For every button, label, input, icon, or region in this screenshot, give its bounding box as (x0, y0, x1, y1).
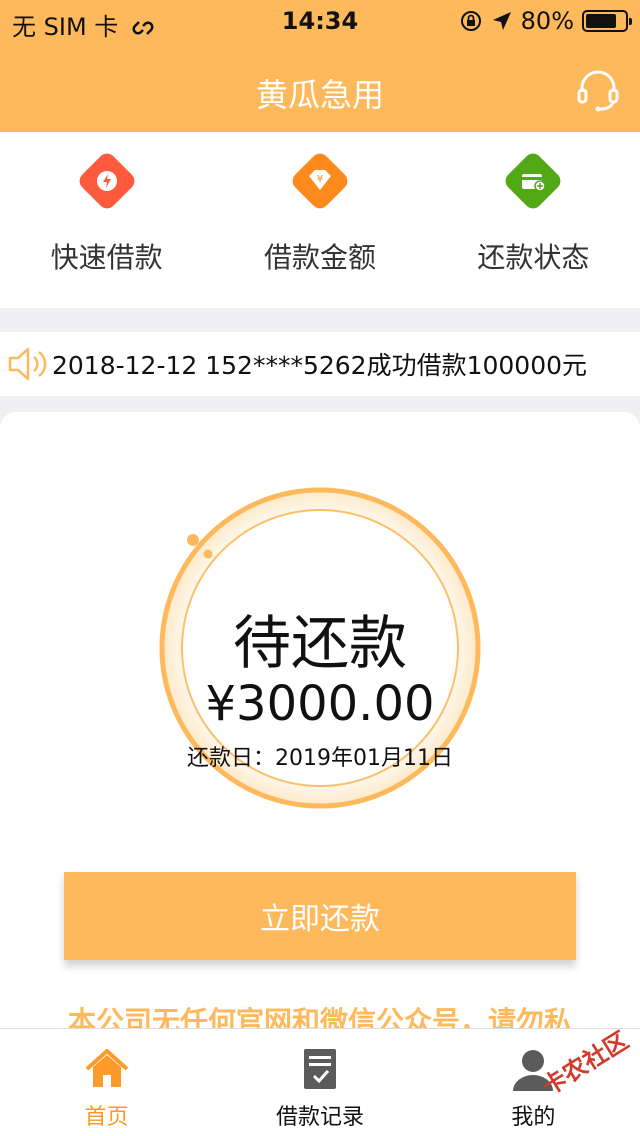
tab-home[interactable]: 首页 (0, 1029, 213, 1136)
quick-actions: 快速借款 ¥ 借款金额 还款状态 (0, 132, 640, 308)
svg-text:¥: ¥ (317, 174, 323, 185)
home-icon (85, 1049, 128, 1087)
due-date: 还款日：2019年01月11日 (187, 746, 453, 771)
tab-loan-records[interactable]: 借款记录 (213, 1029, 426, 1136)
page-title: 黄瓜急用 (255, 76, 384, 114)
announcement-bar: 2018-12-12 152****5262成功借款100000元 (0, 332, 640, 396)
location-arrow-icon (492, 12, 511, 30)
status-right: 80% (459, 7, 632, 35)
nav-bar: 黄瓜急用 (0, 40, 640, 132)
loan-amount: ¥3000.00 (205, 676, 435, 732)
speaker-icon (8, 347, 47, 381)
yen-diamond-icon: ¥ (288, 149, 352, 213)
repay-now-button[interactable]: 立即还款 (64, 872, 576, 960)
announcement-text: 2018-12-12 152****5262成功借款100000元 (52, 351, 588, 380)
customer-service-icon[interactable] (574, 66, 622, 114)
loan-status: 待还款 (232, 609, 407, 677)
wallet-icon (502, 149, 565, 213)
repay-status-button[interactable]: 还款状态 (427, 132, 640, 308)
document-check-icon (303, 1049, 336, 1089)
quick-loan-button[interactable]: 快速借款 (0, 132, 213, 308)
rotation-lock-icon (460, 11, 481, 31)
lightning-icon (75, 149, 138, 213)
loan-amount-button[interactable]: ¥ 借款金额 (213, 132, 426, 308)
status-bar: 无 SIM 卡 14:34 80% (0, 0, 640, 41)
loan-card: 待还款 ¥3000.00 还款日：2019年01月11日 立即还款 本公司无任何… (0, 412, 640, 1052)
battery-icon (582, 10, 632, 32)
battery-percent: 80% (520, 7, 574, 35)
